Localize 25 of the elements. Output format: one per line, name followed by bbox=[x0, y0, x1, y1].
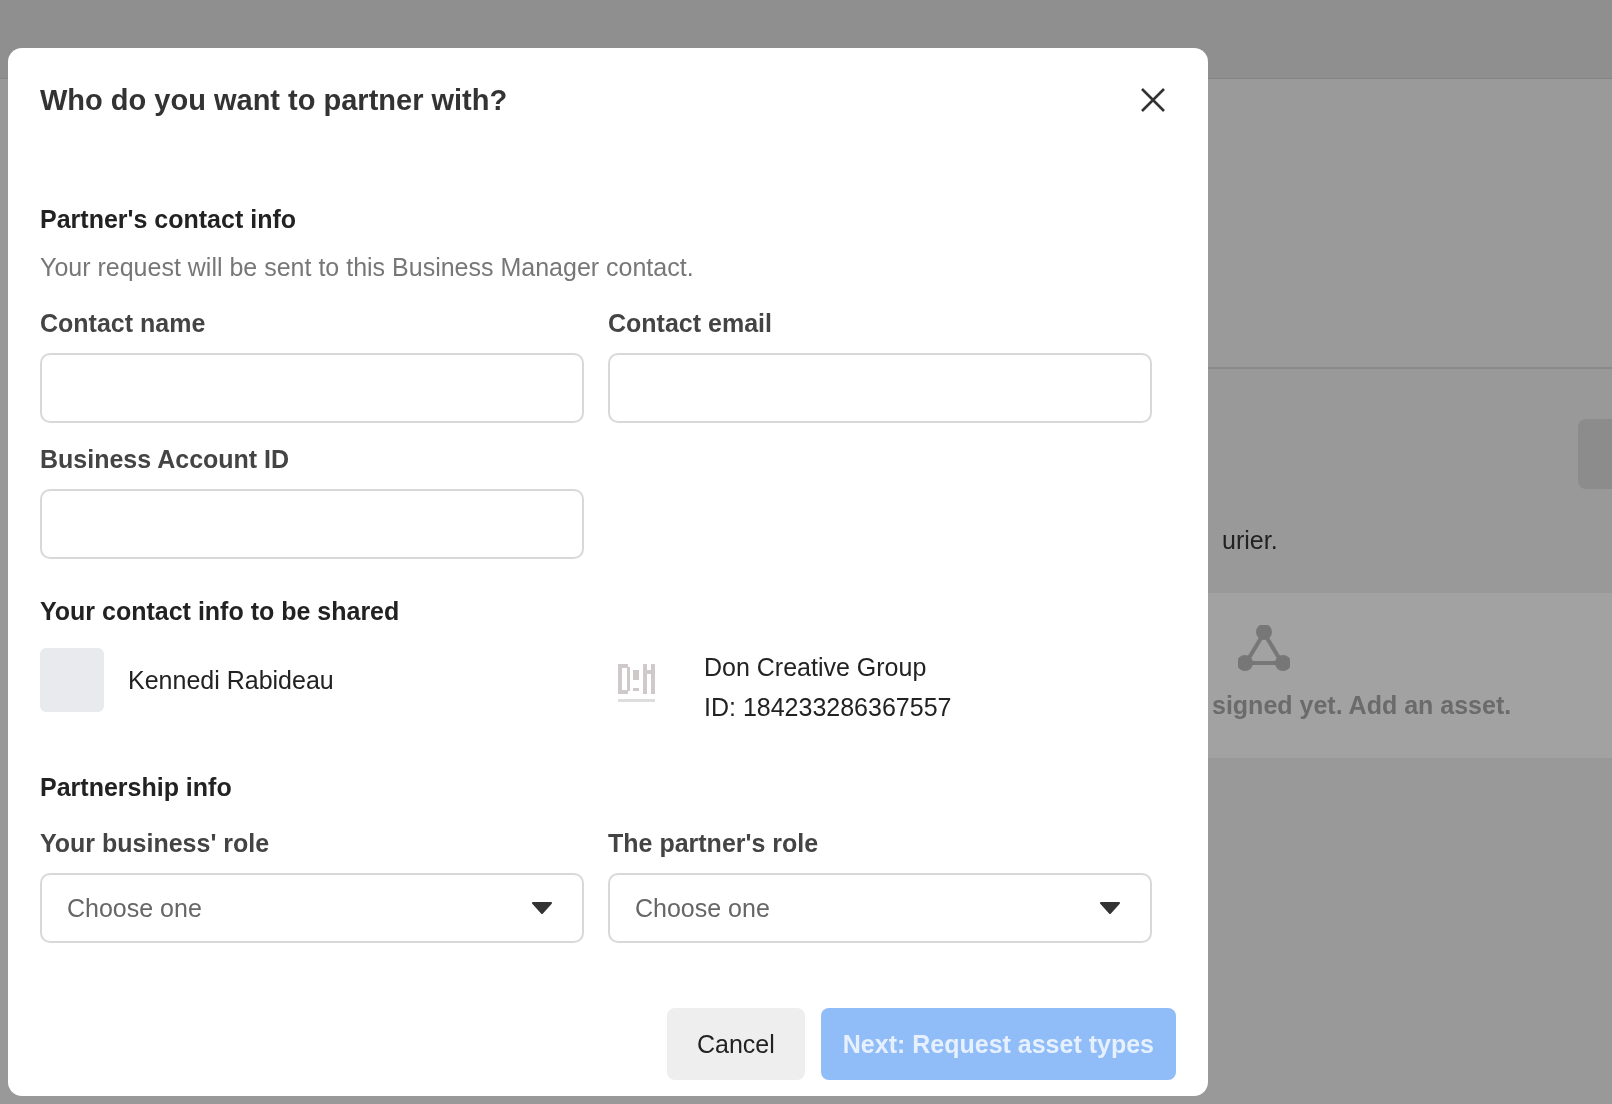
dropdown[interactable]: Choose one bbox=[40, 873, 584, 943]
dropdown[interactable]: Choose one bbox=[608, 873, 1152, 943]
section-description: Your request will be sent to this Business Manager contact. bbox=[40, 252, 695, 282]
input-field[interactable] bbox=[608, 353, 1152, 423]
field-label: Your business' role bbox=[40, 828, 271, 858]
input-field[interactable] bbox=[40, 489, 584, 559]
field-label: Contact name bbox=[40, 308, 207, 338]
graph-icon bbox=[1238, 625, 1290, 671]
field-label: The partner's role bbox=[608, 828, 820, 858]
business-name: Don Creative Group bbox=[704, 652, 928, 682]
close-icon bbox=[1140, 87, 1166, 113]
input-field[interactable] bbox=[40, 353, 584, 423]
section-heading: Your contact info to be shared bbox=[40, 596, 401, 626]
background-text: urier. bbox=[1222, 525, 1279, 555]
caret-icon bbox=[532, 902, 552, 914]
caret-icon bbox=[1100, 902, 1120, 914]
close-button[interactable] bbox=[1140, 87, 1166, 113]
section-heading: Partnership info bbox=[40, 772, 233, 802]
contact-name: Kennedi Rabideau bbox=[128, 665, 334, 695]
dialog-title: Who do you want to partner with? bbox=[40, 83, 508, 118]
dialog-button[interactable]: Cancel bbox=[666, 1008, 805, 1080]
field-label: Contact email bbox=[608, 308, 773, 338]
section-heading: Partner's contact info bbox=[40, 204, 297, 234]
business-id: ID: 184233286367557 bbox=[704, 692, 952, 722]
field-label: Business Account ID bbox=[40, 444, 291, 474]
